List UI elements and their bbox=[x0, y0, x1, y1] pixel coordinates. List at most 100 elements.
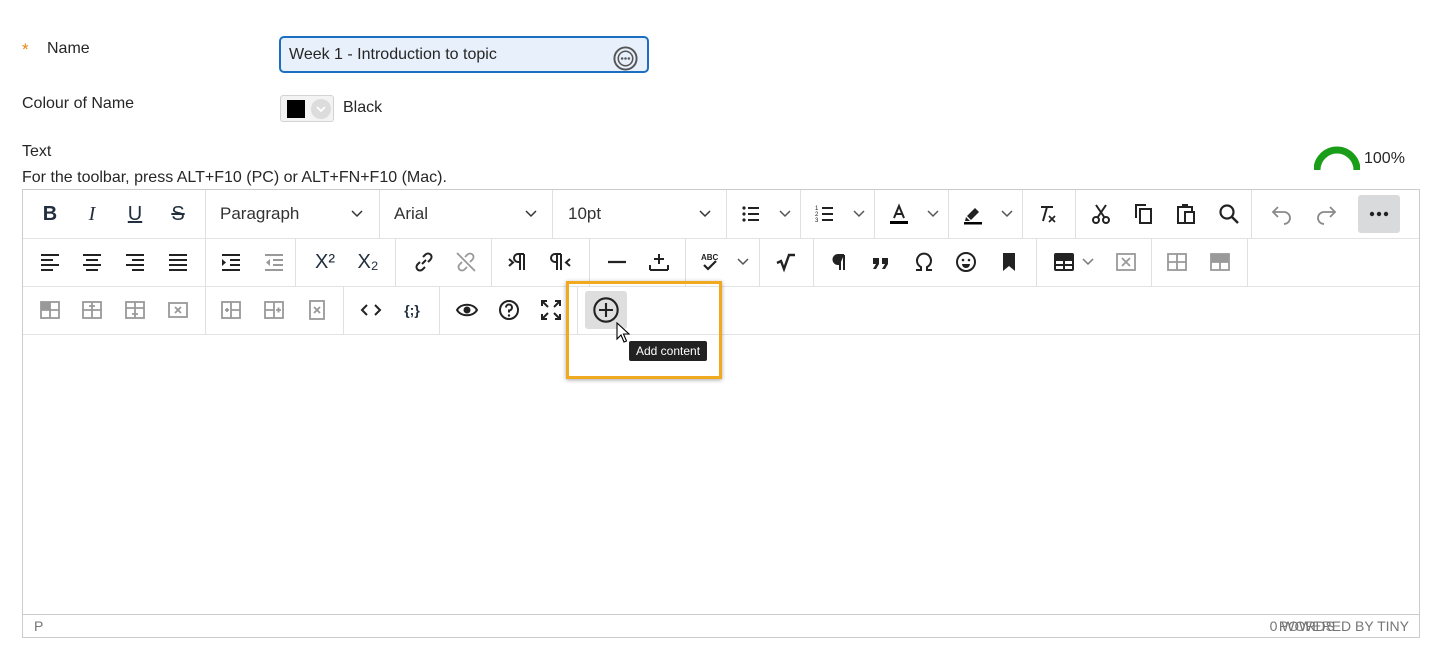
code-sample-button[interactable]: {;} bbox=[393, 291, 431, 329]
rtl-button[interactable] bbox=[542, 243, 580, 281]
bold-icon: B bbox=[42, 202, 58, 225]
insert-row-before-button[interactable] bbox=[31, 291, 69, 329]
insert-col-after-button[interactable] bbox=[255, 291, 293, 329]
horizontal-rule-icon bbox=[608, 260, 626, 264]
clear-formatting-button[interactable] bbox=[1028, 195, 1066, 233]
format-group: B I U S bbox=[23, 190, 206, 238]
text-label: Text bbox=[22, 143, 52, 160]
insert-row-icon bbox=[125, 301, 145, 319]
font-family-dropdown[interactable]: Arial bbox=[379, 190, 553, 238]
subscript-button[interactable]: X₂ bbox=[349, 243, 387, 281]
insert-row-button[interactable] bbox=[116, 291, 154, 329]
toolbar-hint: For the toolbar, press ALT+F10 (PC) or A… bbox=[22, 169, 447, 186]
grammar-assist-icon[interactable] bbox=[612, 45, 639, 72]
align-center-button[interactable] bbox=[73, 243, 111, 281]
link-button[interactable] bbox=[405, 243, 443, 281]
toolbar-row-2: X² X₂ ABC bbox=[23, 238, 1419, 287]
clipboard-group bbox=[1075, 190, 1252, 238]
italic-button[interactable]: I bbox=[73, 195, 111, 233]
cut-button[interactable] bbox=[1082, 195, 1120, 233]
unlink-icon bbox=[456, 252, 476, 272]
numbered-list-button[interactable]: 123 bbox=[806, 195, 844, 233]
chevron-down-icon[interactable] bbox=[1079, 252, 1097, 270]
text-color-button[interactable] bbox=[880, 195, 918, 233]
copy-button[interactable] bbox=[1124, 195, 1162, 233]
align-center-icon bbox=[83, 254, 101, 271]
underline-button[interactable]: U bbox=[116, 195, 154, 233]
text-color-split-button[interactable] bbox=[874, 190, 949, 238]
chevron-down-icon[interactable] bbox=[734, 252, 752, 270]
chevron-down-icon[interactable] bbox=[924, 204, 942, 222]
delete-col-button[interactable] bbox=[298, 291, 336, 329]
horizontal-rule-button[interactable] bbox=[598, 243, 636, 281]
characters-group bbox=[813, 238, 1037, 286]
blockquote-icon bbox=[873, 258, 888, 269]
special-char-button[interactable] bbox=[905, 243, 943, 281]
unlink-button[interactable] bbox=[447, 243, 485, 281]
redo-icon bbox=[1317, 206, 1337, 225]
align-left-button[interactable] bbox=[31, 243, 69, 281]
preview-button[interactable] bbox=[448, 291, 486, 329]
bullet-list-button[interactable] bbox=[732, 195, 770, 233]
table-row-props-icon bbox=[1167, 253, 1187, 271]
ltr-button[interactable] bbox=[499, 243, 537, 281]
ltr-icon bbox=[508, 253, 525, 270]
direction-group bbox=[491, 238, 590, 286]
delete-col-icon bbox=[309, 300, 325, 320]
source-code-button[interactable] bbox=[352, 291, 390, 329]
spellcheck-split-button[interactable]: ABC bbox=[685, 238, 760, 286]
fullscreen-button[interactable] bbox=[532, 291, 570, 329]
insert-anchor-button[interactable] bbox=[640, 243, 678, 281]
block-format-dropdown[interactable]: Paragraph bbox=[205, 190, 380, 238]
highlight-color-split-button[interactable] bbox=[948, 190, 1023, 238]
more-button[interactable] bbox=[1358, 195, 1400, 233]
align-right-button[interactable] bbox=[116, 243, 154, 281]
table-row-props-button[interactable] bbox=[1158, 243, 1196, 281]
justify-button[interactable] bbox=[159, 243, 197, 281]
undo-button[interactable] bbox=[1263, 195, 1301, 233]
mouse-cursor-icon bbox=[616, 322, 630, 343]
required-marker: * bbox=[22, 40, 29, 59]
blockquote-button[interactable] bbox=[862, 243, 900, 281]
accessibility-score[interactable]: 100% bbox=[1364, 150, 1405, 168]
search-button[interactable] bbox=[1210, 195, 1248, 233]
delete-row-button[interactable] bbox=[159, 291, 197, 329]
numbered-list-split-button[interactable]: 123 bbox=[800, 190, 875, 238]
delete-table-button[interactable] bbox=[1107, 243, 1145, 281]
chevron-down-icon[interactable] bbox=[998, 204, 1016, 222]
highlight-color-button[interactable] bbox=[954, 195, 992, 233]
superscript-button[interactable]: X² bbox=[306, 243, 344, 281]
strikethrough-button[interactable]: S bbox=[159, 195, 197, 233]
table-rows-group bbox=[23, 286, 206, 334]
font-size-dropdown[interactable]: 10pt bbox=[552, 190, 727, 238]
help-button[interactable] bbox=[490, 291, 528, 329]
redo-button[interactable] bbox=[1307, 195, 1345, 233]
indent-button[interactable] bbox=[212, 243, 250, 281]
outdent-button[interactable] bbox=[255, 243, 293, 281]
insert-row-after-button[interactable] bbox=[73, 291, 111, 329]
align-left-icon bbox=[41, 254, 59, 271]
chevron-down-icon[interactable] bbox=[850, 204, 868, 222]
fullscreen-icon bbox=[541, 300, 561, 320]
paragraph-mark-button[interactable] bbox=[820, 243, 858, 281]
name-input[interactable] bbox=[279, 36, 649, 73]
bookmark-button[interactable] bbox=[990, 243, 1028, 281]
chevron-down-icon[interactable] bbox=[776, 204, 794, 222]
undo-icon bbox=[1271, 206, 1291, 225]
accessibility-gauge-icon[interactable] bbox=[1314, 146, 1360, 170]
insert-col-before-button[interactable] bbox=[212, 291, 250, 329]
table-cell-props-button[interactable] bbox=[1201, 243, 1239, 281]
bold-button[interactable]: B bbox=[31, 195, 69, 233]
colour-value: Black bbox=[343, 99, 383, 116]
element-path[interactable]: P bbox=[34, 618, 43, 634]
math-button[interactable] bbox=[767, 243, 805, 281]
spellcheck-button[interactable]: ABC bbox=[691, 243, 729, 281]
colour-picker[interactable] bbox=[280, 95, 334, 122]
emoji-button[interactable] bbox=[947, 243, 985, 281]
bullet-list-split-button[interactable] bbox=[726, 190, 801, 238]
preview-icon bbox=[455, 303, 479, 317]
table-button[interactable] bbox=[1045, 243, 1083, 281]
paste-button[interactable] bbox=[1167, 195, 1205, 233]
table-icon bbox=[1054, 253, 1074, 271]
powered-by-link[interactable]: POWERED BY TINY bbox=[1279, 618, 1409, 634]
